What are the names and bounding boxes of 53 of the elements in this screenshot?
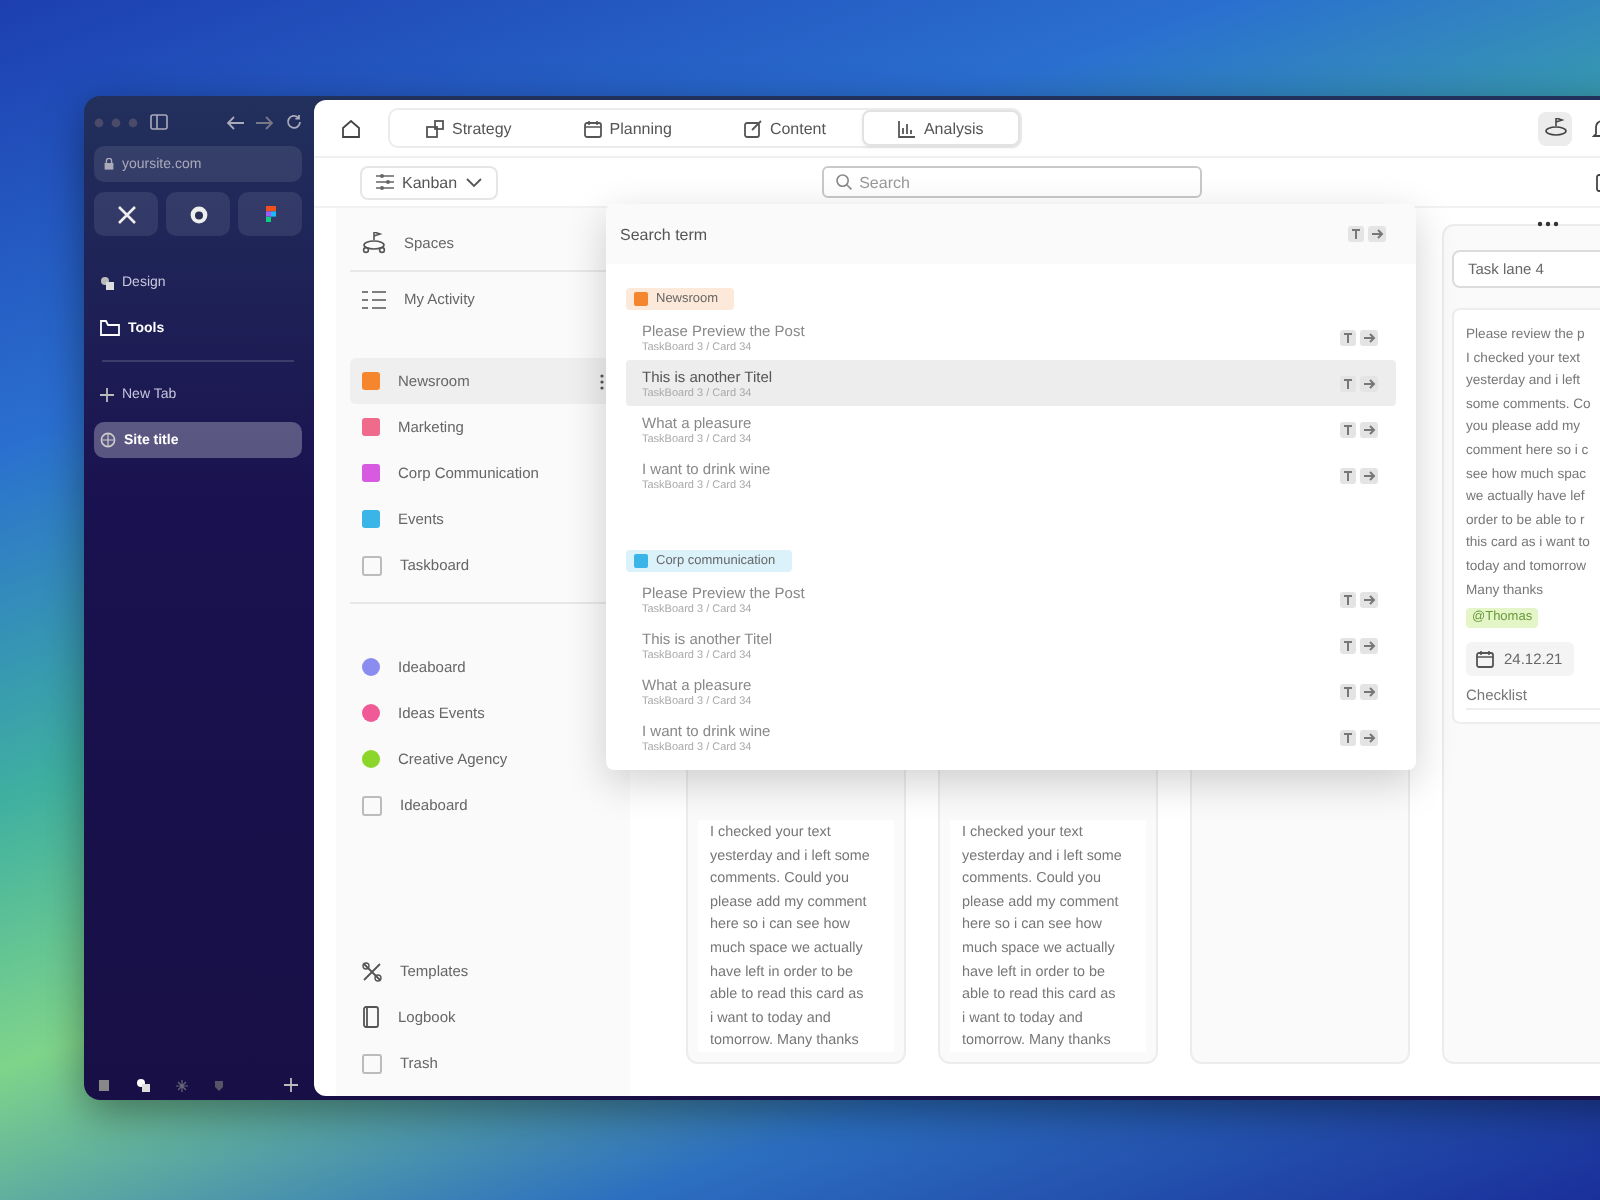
shortcut-keys-icon	[1340, 591, 1378, 607]
shortcut-keys-icon	[1340, 375, 1378, 391]
folder-icon	[100, 320, 120, 336]
home-icon[interactable]	[342, 119, 360, 137]
shortcut-keys-icon	[1340, 421, 1378, 437]
shield-icon[interactable]	[214, 1079, 224, 1091]
checkbox-icon	[362, 555, 382, 575]
sliders-icon	[376, 174, 394, 190]
notebook-icon	[362, 1006, 380, 1028]
shortcut-keys-icon	[1340, 683, 1378, 699]
templates-icon	[362, 961, 382, 981]
view-tab[interactable]: Content	[707, 110, 862, 146]
plus-icon[interactable]	[284, 1078, 298, 1092]
activity-list-icon	[362, 289, 386, 309]
calendar-icon	[583, 119, 602, 137]
chevron-down-icon	[465, 177, 482, 187]
shortcut-keys-icon	[1340, 637, 1378, 653]
figma-logo-icon	[265, 206, 275, 222]
view-dropdown[interactable]: Kanban	[360, 165, 498, 199]
checkbox-icon	[362, 795, 382, 815]
shortcut-keys-icon	[1340, 467, 1378, 483]
reload-icon[interactable]	[286, 114, 302, 130]
star-icon[interactable]	[176, 1079, 188, 1091]
calendar-icon	[1476, 650, 1494, 669]
strategy-icon	[426, 119, 444, 137]
shortcut-keys-icon	[1340, 729, 1378, 745]
shortcut-keys-icon	[1340, 329, 1378, 345]
spaces-icon	[1543, 117, 1567, 139]
more-icon[interactable]	[1536, 220, 1560, 228]
design-tool-icon	[100, 275, 114, 289]
view-tab[interactable]: Strategy	[390, 110, 548, 146]
pinned-tab[interactable]	[94, 192, 158, 236]
bar-chart-icon	[897, 119, 916, 137]
view-tab[interactable]: Analysis	[861, 110, 1020, 146]
search-field[interactable]: Search	[821, 166, 1202, 198]
sidebar-toggle-icon[interactable]	[150, 114, 168, 130]
view-tab[interactable]: Planning	[547, 110, 708, 146]
trash-checkbox-icon	[362, 1053, 382, 1073]
task-card[interactable]	[1452, 308, 1600, 724]
design-tool-icon[interactable]	[136, 1078, 150, 1092]
back-arrow-icon[interactable]	[226, 115, 244, 129]
search-icon	[835, 174, 852, 190]
search-term-label: Search term	[620, 225, 708, 243]
spaces-icon	[362, 232, 386, 254]
shortcut-keys-icon	[1348, 226, 1386, 242]
globe-icon	[100, 432, 116, 448]
spaces-button[interactable]	[1538, 111, 1572, 145]
plus-icon	[100, 387, 114, 401]
edit-icon	[743, 119, 762, 137]
x-logo-icon	[117, 205, 135, 223]
lock-icon	[104, 158, 114, 170]
pinned-tab[interactable]	[166, 192, 230, 236]
forward-arrow-icon[interactable]	[256, 115, 274, 129]
